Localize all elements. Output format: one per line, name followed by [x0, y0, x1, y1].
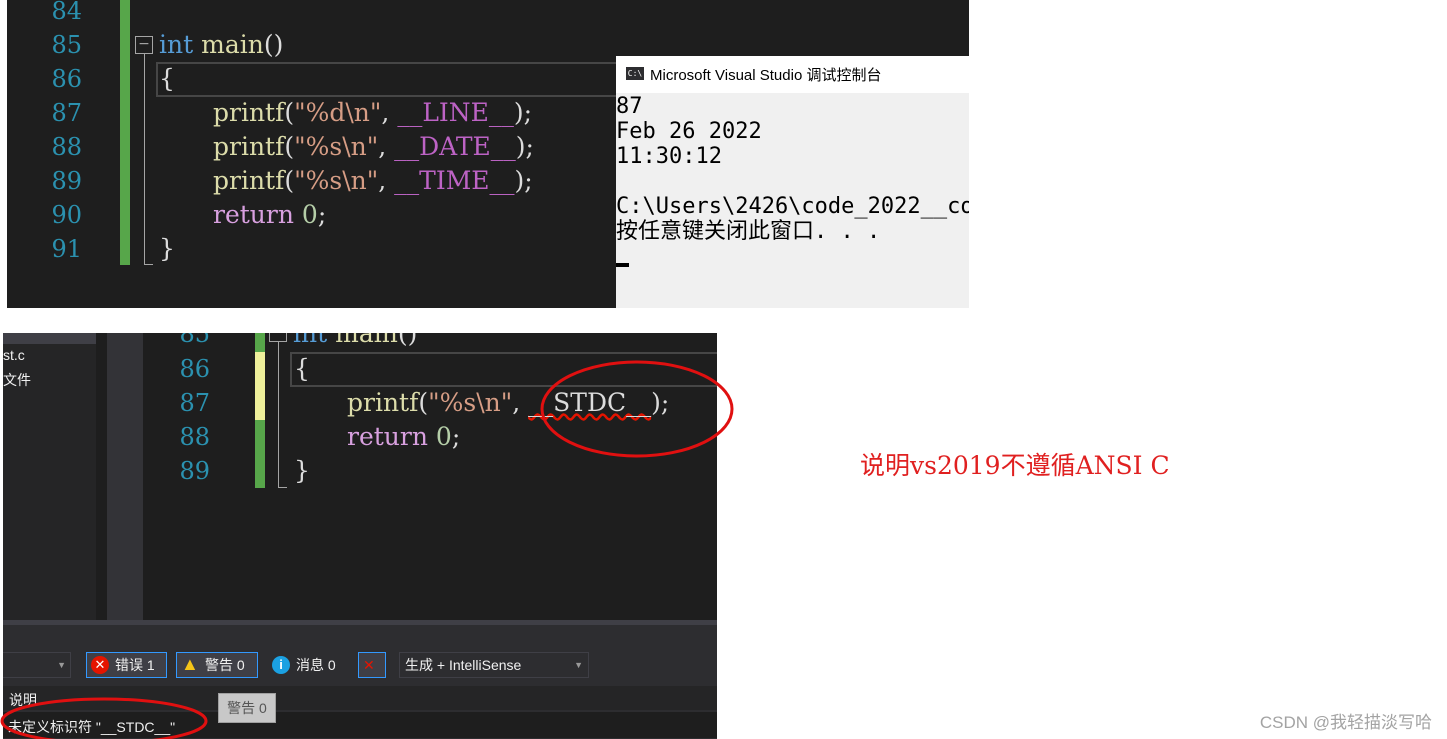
highlight-ellipse	[540, 360, 734, 458]
annotation-text: 说明vs2019不遵循ANSI C	[860, 451, 1170, 480]
highlight-ellipse	[0, 697, 208, 739]
watermark: CSDN @我轻描淡写哈	[1259, 713, 1432, 732]
annotation-overlay	[0, 360, 734, 739]
